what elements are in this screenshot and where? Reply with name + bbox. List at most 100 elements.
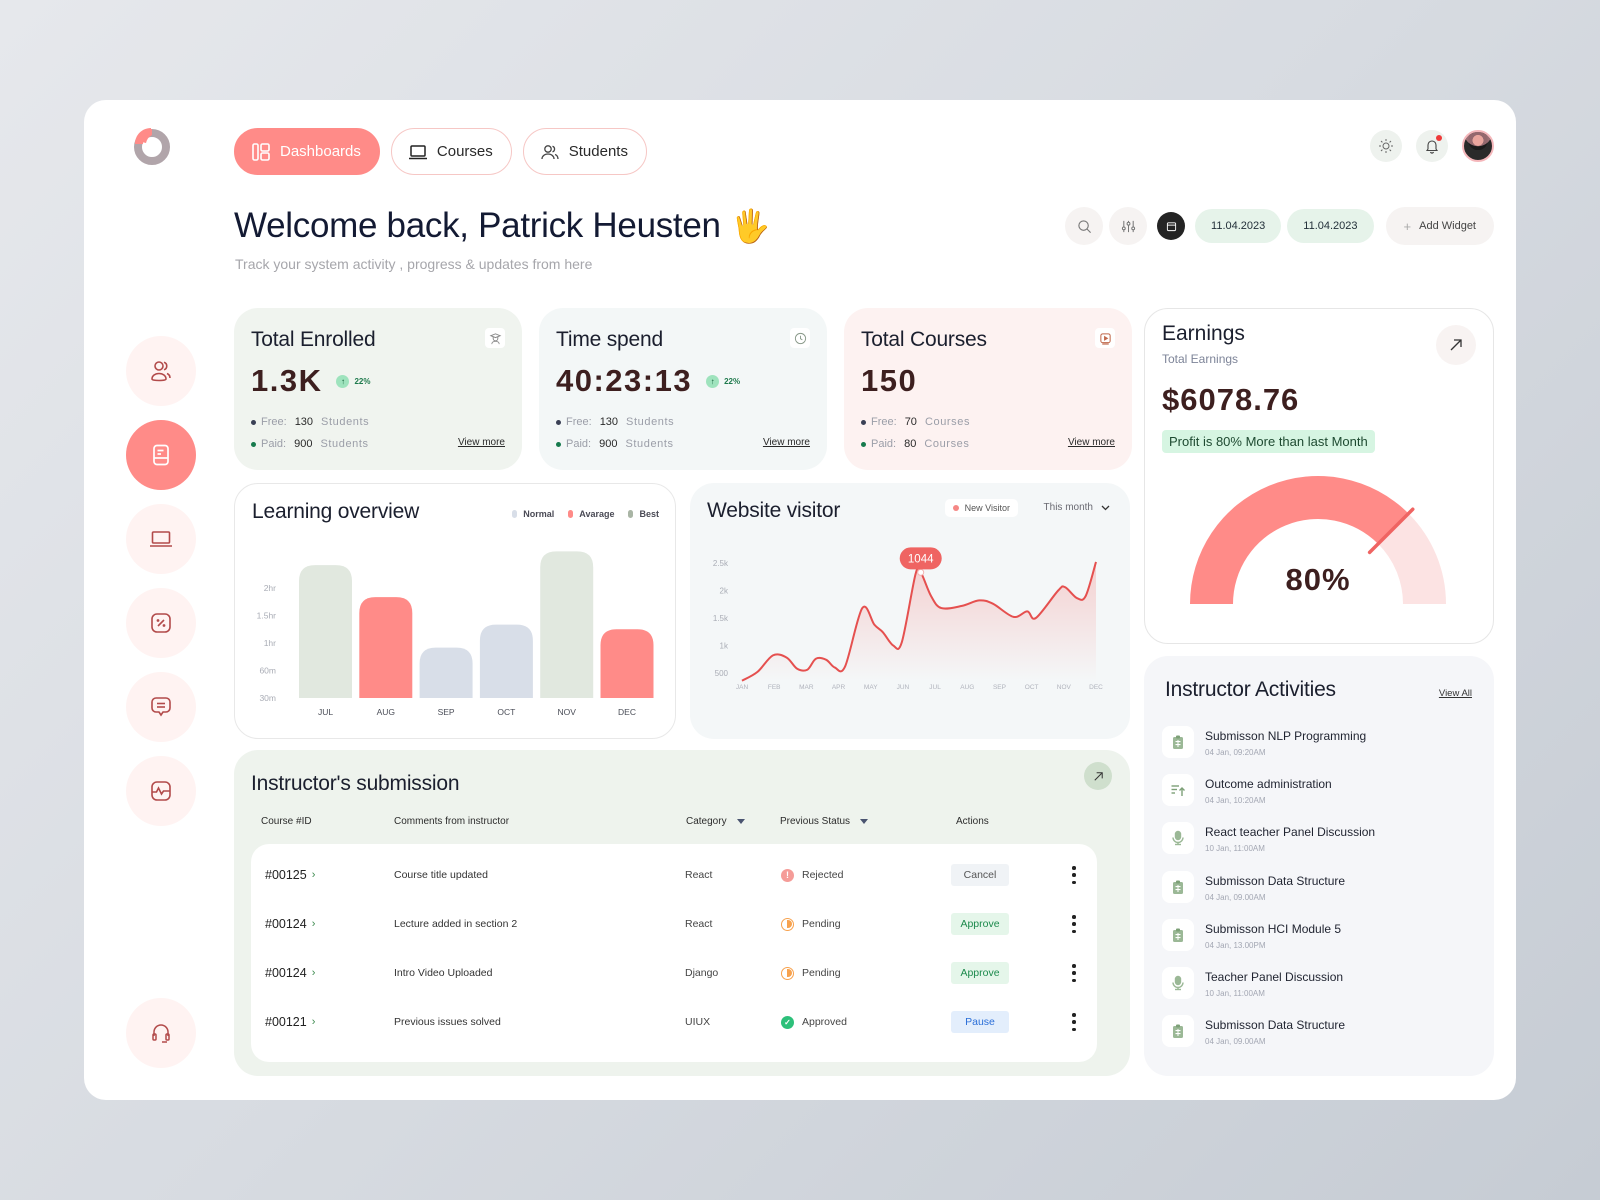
tab-students[interactable]: Students bbox=[522, 128, 647, 175]
activity-item[interactable]: Submisson Data Structure 04 Jan, 09.00AM bbox=[1162, 1015, 1375, 1063]
course-id-link[interactable]: #00124 › bbox=[265, 907, 315, 941]
bar-jul[interactable] bbox=[299, 565, 352, 698]
activity-item[interactable]: Submisson Data Structure 04 Jan, 09.00AM bbox=[1162, 870, 1375, 919]
x-tick-label: MAY bbox=[864, 684, 878, 691]
activity-item[interactable]: Submisson NLP Programming 04 Jan, 09:20AM bbox=[1162, 726, 1375, 774]
y-tick-label: 500 bbox=[715, 669, 729, 678]
clipboard-icon bbox=[1162, 726, 1194, 758]
search-button[interactable] bbox=[1065, 207, 1104, 245]
breakdown: Free: 70 Courses Paid: 80 Courses bbox=[861, 411, 970, 455]
tab-dashboards[interactable]: Dashboards bbox=[234, 128, 380, 175]
earnings-amount: $6078.76 bbox=[1162, 382, 1300, 417]
view-all-link[interactable]: View All bbox=[1439, 688, 1472, 699]
enrolled-value: 1.3K bbox=[251, 363, 323, 398]
more-options-icon[interactable] bbox=[1069, 1013, 1079, 1031]
activity-text: Teacher Panel Discussion 10 Jan, 11:00AM bbox=[1205, 967, 1343, 998]
bar-aug[interactable] bbox=[359, 597, 413, 698]
earnings-gauge: 80% bbox=[1183, 464, 1453, 614]
filter-settings-button[interactable] bbox=[1109, 207, 1148, 245]
cancel-button[interactable]: Cancel bbox=[951, 864, 1009, 886]
open-submissions-button[interactable] bbox=[1084, 762, 1112, 790]
activity-item[interactable]: React teacher Panel Discussion 10 Jan, 11… bbox=[1162, 822, 1375, 870]
col-previous-status[interactable]: Previous Status bbox=[780, 816, 869, 827]
graduate-icon bbox=[485, 328, 505, 348]
x-tick-label: SEP bbox=[993, 684, 1006, 691]
date-from-chip[interactable]: 11.04.2023 bbox=[1195, 209, 1282, 243]
legend-swatch bbox=[512, 510, 518, 518]
website-visitor-card: 500 1k 1.5k 2k 2.5k JAN FEB MAR APR MAY JUN JUL AUG S… bbox=[690, 483, 1130, 739]
instructor-submission-card: Instructor's submission Course #ID Comme… bbox=[234, 750, 1130, 1076]
sort-up-icon bbox=[1162, 774, 1194, 807]
growth-badge: ↑ 22% bbox=[706, 374, 740, 388]
x-tick-label: APR bbox=[832, 684, 846, 691]
growth-value: 22% bbox=[354, 376, 371, 386]
arrow-up-icon: ↑ bbox=[336, 374, 350, 388]
x-tick-label: FEB bbox=[768, 684, 781, 691]
highlight-point[interactable] bbox=[917, 568, 925, 576]
sidebar-item-users[interactable] bbox=[126, 336, 196, 406]
video-icon bbox=[1095, 328, 1115, 348]
pause-button[interactable]: Pause bbox=[951, 1011, 1009, 1033]
x-tick-label: AUG bbox=[960, 684, 974, 691]
bar-nov[interactable] bbox=[540, 551, 594, 698]
more-options-icon[interactable] bbox=[1069, 866, 1079, 884]
period-value: This month bbox=[1043, 502, 1093, 513]
table-row: #00124 › Lecture added in section 2 React Pe… bbox=[251, 907, 1097, 941]
activity-item[interactable]: Submisson HCI Module 5 04 Jan, 13.00PM bbox=[1162, 918, 1375, 967]
action-cell: Approve bbox=[951, 956, 1009, 990]
status: Pending bbox=[781, 956, 841, 990]
x-tick-label: NOV bbox=[1057, 684, 1072, 691]
sidebar bbox=[126, 336, 196, 826]
x-tick-label: DEC bbox=[1089, 684, 1103, 691]
profit-badge: Profit is 80% More than last Month bbox=[1162, 430, 1375, 453]
add-widget-button[interactable]: + Add Widget bbox=[1385, 207, 1494, 245]
notifications-button[interactable] bbox=[1416, 130, 1448, 162]
bar-oct[interactable] bbox=[479, 624, 533, 698]
card-value: 150 bbox=[861, 363, 917, 399]
approve-button[interactable]: Approve bbox=[951, 962, 1009, 984]
chart-legend: Normal Avarage Best bbox=[512, 509, 659, 519]
total-enrolled-card: Total Enrolled 1.3K ↑ 22% Free: 130 Student… bbox=[234, 308, 522, 470]
x-tick-label: SEP bbox=[438, 707, 455, 717]
activity-date: 04 Jan, 10:20AM bbox=[1205, 796, 1266, 806]
wave-emoji: 🖐 bbox=[730, 208, 771, 244]
user-avatar[interactable] bbox=[1462, 130, 1494, 162]
course-id-link[interactable]: #00121 › bbox=[265, 1005, 315, 1039]
open-earnings-button[interactable] bbox=[1436, 325, 1476, 365]
bar-dec[interactable] bbox=[600, 629, 654, 698]
view-more-link[interactable]: View more bbox=[763, 437, 810, 448]
sidebar-item-submissions[interactable] bbox=[126, 420, 196, 490]
bullet bbox=[251, 441, 256, 447]
view-more-link[interactable]: View more bbox=[458, 437, 505, 448]
approve-button[interactable]: Approve bbox=[951, 913, 1009, 935]
status-label: Pending bbox=[802, 918, 841, 930]
sidebar-item-discounts[interactable] bbox=[126, 588, 196, 658]
period-dropdown[interactable]: This month bbox=[1044, 502, 1110, 513]
activity-item[interactable]: Teacher Panel Discussion 10 Jan, 11:00AM bbox=[1162, 966, 1375, 1015]
support-button[interactable] bbox=[126, 998, 196, 1068]
y-tick-label: 2hr bbox=[264, 583, 276, 593]
more-options-icon[interactable] bbox=[1069, 915, 1079, 933]
course-id-link[interactable]: #00125 › bbox=[265, 858, 315, 892]
view-more-link[interactable]: View more bbox=[1068, 437, 1115, 448]
sidebar-item-activity[interactable] bbox=[126, 756, 196, 826]
sidebar-item-messages[interactable] bbox=[126, 672, 196, 742]
activity-item[interactable]: Outcome administration 04 Jan, 10:20AM bbox=[1162, 774, 1375, 822]
course-id-link[interactable]: #00124 › bbox=[265, 956, 315, 990]
breakdown: Free: 130 Students Paid: 900 Students bbox=[556, 411, 674, 455]
card-title: Instructor's submission bbox=[251, 772, 460, 795]
dashboard-window: Dashboards Courses Students Welcome back… bbox=[84, 100, 1516, 1100]
status-label: Approved bbox=[802, 1016, 847, 1028]
arrow-up-icon: ↑ bbox=[706, 374, 720, 388]
theme-toggle-button[interactable] bbox=[1370, 130, 1402, 162]
date-to-chip[interactable]: 11.04.2023 bbox=[1287, 209, 1374, 243]
sidebar-item-courses[interactable] bbox=[126, 504, 196, 574]
chevron-right-icon: › bbox=[311, 1016, 316, 1028]
free-line: Free: 130 Students bbox=[556, 411, 674, 433]
calendar-button[interactable] bbox=[1157, 212, 1186, 240]
bar-sep[interactable] bbox=[419, 647, 473, 698]
col-category[interactable]: Category bbox=[686, 816, 745, 827]
more-options-icon[interactable] bbox=[1069, 964, 1079, 982]
activity-text: Submisson Data Structure 04 Jan, 09.00AM bbox=[1205, 871, 1345, 902]
tab-courses[interactable]: Courses bbox=[390, 128, 512, 175]
